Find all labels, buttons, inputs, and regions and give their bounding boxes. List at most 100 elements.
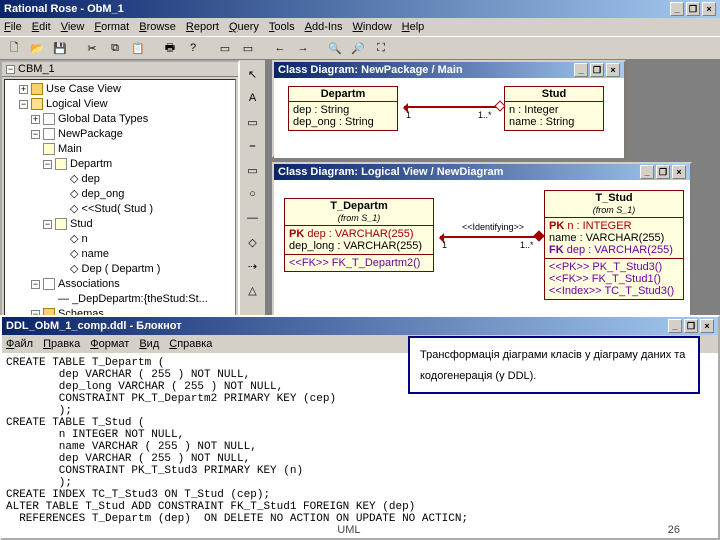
tree-item[interactable]: −Stud xyxy=(7,217,233,232)
class-op: <<Index>> TC_T_Stud3() xyxy=(549,285,679,297)
subwin-title: Class Diagram: NewPackage / Main xyxy=(278,64,463,76)
tree-item[interactable]: — _DepDepartm:{theStud:St... xyxy=(7,292,233,307)
minimize-button[interactable]: _ xyxy=(640,165,654,179)
class-diagram-window-1[interactable]: Class Diagram: NewPackage / Main _ ❐ × D… xyxy=(272,60,626,158)
multiplicity-label: 1 xyxy=(442,240,447,250)
tree-item[interactable]: ◇ dep xyxy=(7,172,233,187)
maximize-button[interactable]: ❐ xyxy=(686,2,700,16)
arrow-right-icon[interactable]: → xyxy=(293,38,313,58)
class-name: Stud xyxy=(505,87,603,102)
anchor-tool-icon[interactable]: ⎯ xyxy=(242,136,264,156)
app-title: Rational Rose - ObM_1 xyxy=(4,3,124,15)
close-button[interactable]: × xyxy=(700,319,714,333)
stereotype-label: <<Identifying>> xyxy=(462,222,524,232)
annotation-callout: Трансформація діаграми класів у діаграму… xyxy=(408,336,700,394)
class-attr: dep_long : VARCHAR(255) xyxy=(289,240,429,252)
uml-class-departm[interactable]: Departm dep : String dep_ong : String xyxy=(288,86,398,131)
pointer-tool-icon[interactable]: ↖ xyxy=(242,64,264,84)
menu-format[interactable]: Формат xyxy=(90,338,129,350)
new-icon[interactable]: 🗋 xyxy=(4,38,24,58)
association-line[interactable] xyxy=(404,106,500,108)
menu-view[interactable]: View xyxy=(61,21,85,33)
tree-item[interactable]: ◇ n xyxy=(7,232,233,247)
tree-item[interactable]: ◇ dep_ong xyxy=(7,187,233,202)
tree-item[interactable]: −Logical View xyxy=(7,97,233,112)
association-line[interactable] xyxy=(440,236,540,238)
menu-addins[interactable]: Add-Ins xyxy=(305,21,343,33)
close-button[interactable]: × xyxy=(702,2,716,16)
menu-query[interactable]: Query xyxy=(229,21,259,33)
zoom-out-icon[interactable]: 🔎 xyxy=(348,38,368,58)
close-button[interactable]: × xyxy=(672,165,686,179)
interface-tool-icon[interactable]: ○ xyxy=(242,184,264,204)
multiplicity-label: 1 xyxy=(406,110,411,120)
menu-report[interactable]: Report xyxy=(186,21,219,33)
class-op: <<FK>> FK_T_Departm2() xyxy=(289,257,429,269)
slide-footer: UML 26 xyxy=(0,524,710,536)
tree-item[interactable]: −NewPackage xyxy=(7,127,233,142)
uml-class-stud[interactable]: Stud n : Integer name : String xyxy=(504,86,604,131)
general-tool-icon[interactable]: △ xyxy=(242,280,264,300)
maximize-button[interactable]: ❐ xyxy=(656,165,670,179)
paste-icon[interactable]: 📋 xyxy=(128,38,148,58)
class-attr: PK n : INTEGER xyxy=(549,220,679,232)
tree-item[interactable]: −Departm xyxy=(7,157,233,172)
class-attr: name : VARCHAR(255) xyxy=(549,232,679,244)
minimize-button[interactable]: _ xyxy=(574,63,588,77)
minimize-button[interactable]: _ xyxy=(668,319,682,333)
browse-parent-icon[interactable]: ▭ xyxy=(215,38,235,58)
fit-icon[interactable]: ⛶ xyxy=(371,38,391,58)
open-icon[interactable]: 📂 xyxy=(27,38,47,58)
tree-item[interactable]: ◇ name xyxy=(7,247,233,262)
sidebar-tab[interactable]: −CBM_1 xyxy=(2,62,238,77)
minimize-button[interactable]: _ xyxy=(670,2,684,16)
close-button[interactable]: × xyxy=(606,63,620,77)
copy-icon[interactable]: ⧉ xyxy=(105,38,125,58)
multiplicity-label: 1..* xyxy=(478,110,492,120)
dependency-tool-icon[interactable]: ⇢ xyxy=(242,256,264,276)
menu-format[interactable]: Format xyxy=(94,21,129,33)
browse-class-icon[interactable]: ▭ xyxy=(238,38,258,58)
menu-tools[interactable]: Tools xyxy=(269,21,295,33)
class-op: <<PK>> PK_T_Stud3() xyxy=(549,261,679,273)
app-toolbar: 🗋 📂 💾 ✂ ⧉ 📋 🖶 ? ▭ ▭ ← → 🔍 🔎 ⛶ xyxy=(0,36,720,60)
print-icon[interactable]: 🖶 xyxy=(160,38,180,58)
menu-view[interactable]: Вид xyxy=(139,338,159,350)
aggreg-tool-icon[interactable]: ◇ xyxy=(242,232,264,252)
class-name: T_Departm(from S_1) xyxy=(285,199,433,226)
uml-table-departm[interactable]: T_Departm(from S_1) PK dep : VARCHAR(255… xyxy=(284,198,434,272)
class-op: <<FK>> FK_T_Stud1() xyxy=(549,273,679,285)
zoom-in-icon[interactable]: 🔍 xyxy=(325,38,345,58)
menu-browse[interactable]: Browse xyxy=(139,21,176,33)
uml-table-stud[interactable]: T_Stud(from S_1) PK n : INTEGER name : V… xyxy=(544,190,684,300)
arrow-left-icon[interactable]: ← xyxy=(270,38,290,58)
tree-item[interactable]: +Global Data Types xyxy=(7,112,233,127)
class-name: T_Stud(from S_1) xyxy=(545,191,683,218)
text-tool-icon[interactable]: A xyxy=(242,88,264,108)
tree-item[interactable]: ◇ Dep ( Departm ) xyxy=(7,262,233,277)
class-tool-icon[interactable]: ▭ xyxy=(242,160,264,180)
class-diagram-window-2[interactable]: Class Diagram: Logical View / NewDiagram… xyxy=(272,162,692,322)
menu-window[interactable]: Window xyxy=(353,21,392,33)
tree-item[interactable]: −Associations xyxy=(7,277,233,292)
footer-label: UML xyxy=(337,524,360,536)
maximize-button[interactable]: ❐ xyxy=(684,319,698,333)
multiplicity-label: 1..* xyxy=(520,240,534,250)
menu-edit[interactable]: Edit xyxy=(32,21,51,33)
assoc-tool-icon[interactable]: — xyxy=(242,208,264,228)
menu-file[interactable]: File xyxy=(4,21,22,33)
class-attr: dep : String xyxy=(293,104,393,116)
save-icon[interactable]: 💾 xyxy=(50,38,70,58)
help-icon[interactable]: ? xyxy=(183,38,203,58)
maximize-button[interactable]: ❐ xyxy=(590,63,604,77)
class-attr: name : String xyxy=(509,116,599,128)
menu-edit[interactable]: Правка xyxy=(43,338,80,350)
menu-help[interactable]: Help xyxy=(402,21,425,33)
tree-item[interactable]: +Use Case View xyxy=(7,82,233,97)
menu-file[interactable]: Файл xyxy=(6,338,33,350)
note-tool-icon[interactable]: ▭ xyxy=(242,112,264,132)
tree-item[interactable]: ◇ <<Stud( Stud ) xyxy=(7,202,233,217)
cut-icon[interactable]: ✂ xyxy=(82,38,102,58)
tree-item[interactable]: Main xyxy=(7,142,233,157)
menu-help[interactable]: Справка xyxy=(169,338,212,350)
